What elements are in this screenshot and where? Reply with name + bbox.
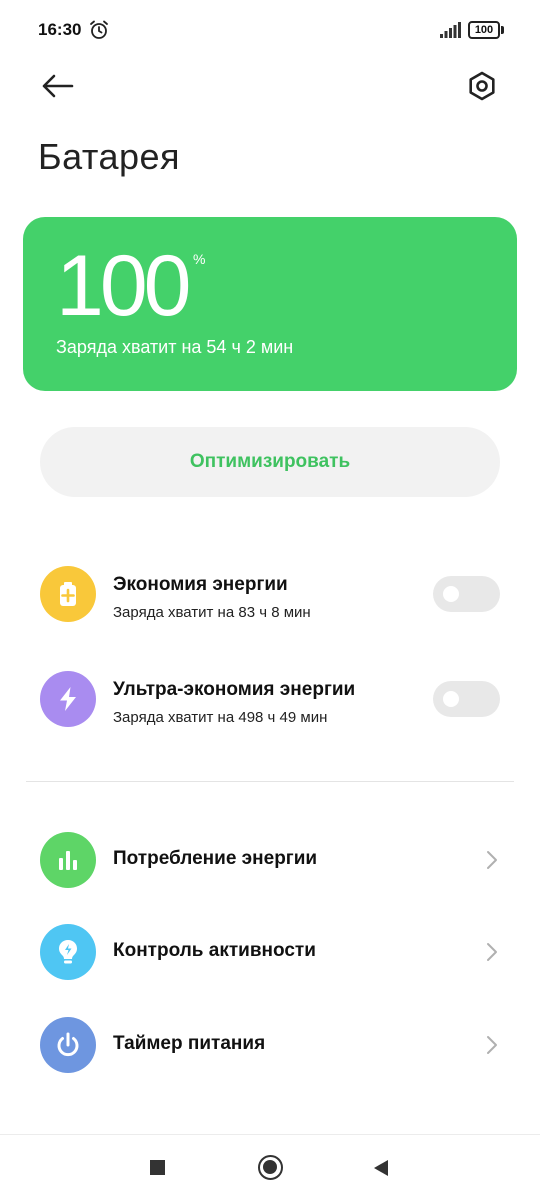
toggle-knob [443, 691, 459, 707]
battery-percent-sign: % [193, 251, 206, 267]
power-timer-item[interactable]: Таймер питания [0, 1015, 540, 1075]
power-saving-subtitle: Заряда хватит на 83 ч 8 мин [113, 604, 311, 621]
ultra-power-saving-subtitle: Заряда хватит на 498 ч 49 мин [113, 709, 328, 726]
power-timer-label: Таймер питания [113, 1033, 266, 1054]
home-circle-icon[interactable] [258, 1155, 283, 1180]
battery-icon: 100 [468, 21, 504, 39]
ultra-power-saving-toggle[interactable] [433, 681, 500, 717]
power-icon [40, 1017, 96, 1073]
alarm-icon [90, 20, 108, 39]
lightning-icon [40, 671, 96, 727]
optimize-button[interactable]: Оптимизировать [40, 427, 500, 497]
toggle-knob [443, 586, 459, 602]
settings-button[interactable] [462, 66, 502, 106]
recents-square-icon[interactable] [150, 1160, 165, 1175]
hexagon-gear-icon [469, 71, 495, 101]
signal-icon [440, 22, 461, 38]
lightbulb-icon [40, 924, 96, 980]
activity-control-label: Контроль активности [113, 940, 316, 961]
activity-control-item[interactable]: Контроль активности [0, 922, 540, 982]
ultra-power-saving-row[interactable]: Ультра-экономия энергии Заряда хватит на… [0, 659, 540, 739]
power-saving-toggle[interactable] [433, 576, 500, 612]
battery-card: 100 % Заряда хватит на 54 ч 2 мин [23, 217, 517, 391]
energy-consumption-item[interactable]: Потребление энергии [0, 830, 540, 890]
back-triangle-icon[interactable] [372, 1159, 390, 1177]
power-saving-row[interactable]: Экономия энергии Заряда хватит на 83 ч 8… [0, 554, 540, 634]
bar-chart-icon [40, 832, 96, 888]
status-bar: 16:30 100 [0, 0, 540, 60]
page-title: Батарея [38, 136, 180, 177]
power-saving-title: Экономия энергии [113, 574, 288, 595]
section-divider [26, 781, 514, 782]
battery-settings-page: 16:30 100 Батарея 100 % Заряда хватит на… [0, 0, 540, 1200]
battery-remaining-time: Заряда хватит на 54 ч 2 мин [56, 337, 294, 357]
back-button[interactable] [38, 68, 78, 104]
chevron-right-icon [487, 1036, 497, 1054]
chevron-right-icon [487, 851, 497, 869]
arrow-left-icon [42, 74, 74, 98]
bottom-divider [0, 1134, 540, 1135]
battery-plus-icon [40, 566, 96, 622]
ultra-power-saving-title: Ультра-экономия энергии [113, 679, 356, 700]
energy-consumption-label: Потребление энергии [113, 848, 318, 869]
battery-level: 100 [468, 21, 500, 39]
battery-percent: 100 [56, 238, 191, 334]
status-time: 16:30 [38, 20, 82, 39]
chevron-right-icon [487, 943, 497, 961]
